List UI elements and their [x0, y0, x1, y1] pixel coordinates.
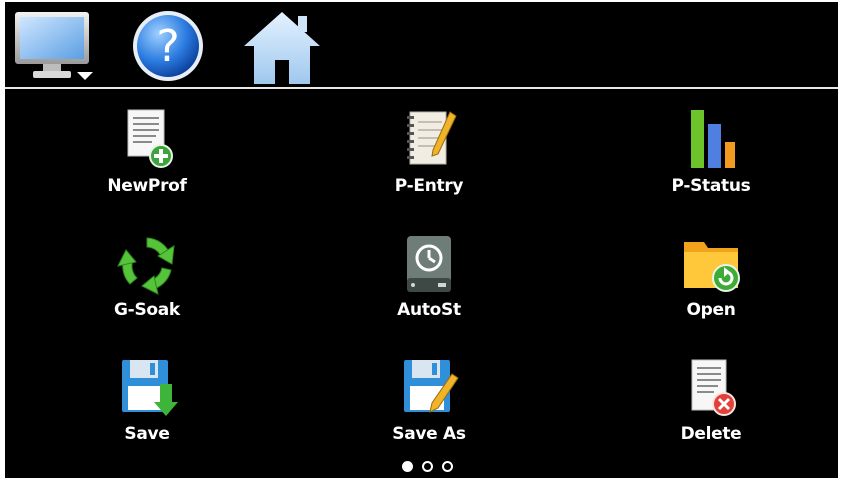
- folder-open-icon: [684, 242, 740, 292]
- svg-text:?: ?: [156, 21, 179, 72]
- menu-item-save-as[interactable]: Save As: [354, 356, 504, 466]
- new-profile-icon: [127, 109, 173, 168]
- recycle-arrows-icon: [117, 237, 175, 295]
- menu-item-p-entry[interactable]: P-Entry: [354, 108, 504, 218]
- menu-item-label: G-Soak: [114, 300, 180, 320]
- toolbar-divider: [5, 87, 838, 89]
- menu-item-label: NewProf: [107, 176, 187, 196]
- floppy-disk-icon: [122, 360, 178, 416]
- menu-item-g-soak[interactable]: G-Soak: [72, 232, 222, 342]
- page-dot[interactable]: [442, 461, 453, 472]
- menu-grid: NewProf P-Entry P-Status G-Soak AutoSt O…: [5, 90, 838, 450]
- floppy-pencil-icon: [404, 360, 459, 413]
- delete-document-icon: [691, 359, 736, 416]
- home-button[interactable]: [242, 8, 324, 84]
- menu-item-p-status[interactable]: P-Status: [636, 108, 786, 218]
- menu-item-delete[interactable]: Delete: [636, 356, 786, 466]
- clock-drive-icon: [407, 236, 451, 292]
- home-icon: [244, 12, 320, 84]
- menu-item-label: Delete: [680, 424, 742, 444]
- top-toolbar: ?: [5, 2, 838, 86]
- menu-item-open[interactable]: Open: [636, 232, 786, 342]
- help-button[interactable]: ?: [128, 8, 210, 84]
- menu-item-label: AutoSt: [397, 300, 461, 320]
- menu-item-label: P-Status: [671, 176, 751, 196]
- bar-chart-icon: [691, 110, 735, 168]
- page-indicator: [395, 459, 465, 475]
- monitor-icon: [15, 12, 93, 80]
- page-dot[interactable]: [422, 461, 433, 472]
- menu-item-autost[interactable]: AutoSt: [354, 232, 504, 342]
- menu-item-label: Open: [686, 300, 736, 320]
- menu-item-label: Save As: [392, 424, 466, 444]
- menu-item-label: Save: [124, 424, 170, 444]
- monitor-menu-button[interactable]: [13, 8, 95, 84]
- menu-item-label: P-Entry: [394, 176, 464, 196]
- menu-item-save[interactable]: Save: [72, 356, 222, 466]
- main-screen: ? NewProf P-Entry P-Status G-Soak AutoSt…: [5, 2, 838, 478]
- notepad-pencil-icon: [407, 111, 457, 165]
- help-icon: ?: [133, 11, 203, 81]
- menu-item-newprof[interactable]: NewProf: [72, 108, 222, 218]
- page-dot-active[interactable]: [402, 461, 413, 472]
